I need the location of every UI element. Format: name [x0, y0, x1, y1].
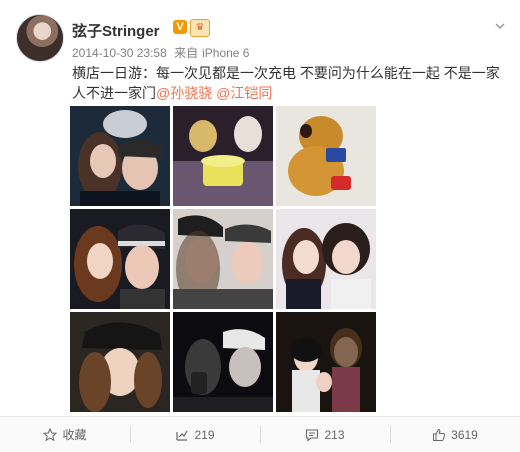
weibo-post-card: 弦子Stringer V ♛ 2014-10-30 23:58 来自 iPhone…: [0, 0, 520, 452]
plush-toys-icon: [173, 106, 273, 206]
photo-5[interactable]: [173, 209, 273, 309]
action-bar: 收藏 219 213 3619: [0, 416, 520, 452]
crown-icon[interactable]: ♛: [190, 19, 210, 37]
repost-button[interactable]: 219: [130, 417, 260, 452]
post-text: 横店一日游：每一次见都是一次充电 不要问为什么能在一起 不是一家人不进一家门@孙…: [72, 63, 512, 103]
like-count: 3619: [451, 427, 478, 442]
photo-3[interactable]: [276, 106, 376, 206]
thumbs-up-icon: [433, 428, 446, 441]
verified-badge[interactable]: V: [173, 20, 187, 34]
repost-icon: [176, 430, 188, 441]
avatar[interactable]: [16, 14, 64, 62]
post-body: 横店一日游：每一次见都是一次充电 不要问为什么能在一起 不是一家人不进一家门: [72, 65, 500, 101]
source-device[interactable]: iPhone 6: [202, 46, 249, 60]
source-prefix: 来自: [174, 46, 199, 60]
user-name[interactable]: 弦子Stringer: [72, 20, 160, 41]
selfie-cap-icon: [70, 312, 170, 412]
photo-8[interactable]: [173, 312, 273, 412]
selfie-two-girls-icon: [276, 209, 376, 309]
photo-9[interactable]: [276, 312, 376, 412]
mention-link[interactable]: @孙骁骁: [156, 85, 212, 101]
post-meta: 2014-10-30 23:58 来自 iPhone 6: [72, 44, 253, 61]
repost-count: 219: [194, 427, 215, 442]
photo-4[interactable]: [70, 209, 170, 309]
selfie-two-girls-icon: [70, 106, 170, 206]
comment-icon: [306, 428, 319, 442]
star-icon: [43, 427, 58, 441]
group-photo-icon: [276, 312, 376, 412]
favorite-button[interactable]: 收藏: [0, 417, 130, 452]
comment-button[interactable]: 213: [260, 417, 390, 452]
chevron-down-icon[interactable]: [494, 20, 506, 32]
photo-1[interactable]: [70, 106, 170, 206]
comment-count: 213: [324, 427, 345, 442]
post-timestamp[interactable]: 2014-10-30 23:58: [72, 46, 167, 60]
selfie-hat-icon: [70, 209, 170, 309]
selfie-caps-icon: [173, 209, 273, 309]
favorite-label: 收藏: [62, 428, 87, 442]
mention-link[interactable]: @江铠同: [216, 85, 272, 101]
like-button[interactable]: 3619: [390, 417, 520, 452]
night-selfie-icon: [173, 312, 273, 412]
plush-dog-phone-icon: [276, 106, 376, 206]
photo-grid: [70, 106, 376, 412]
photo-2[interactable]: [173, 106, 273, 206]
photo-7[interactable]: [70, 312, 170, 412]
photo-6[interactable]: [276, 209, 376, 309]
